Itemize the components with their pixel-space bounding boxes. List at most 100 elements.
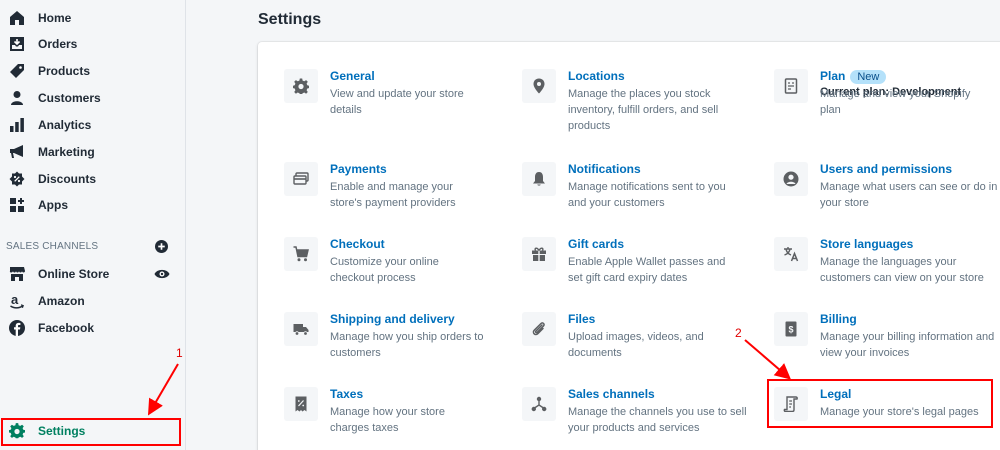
setting-description: Manage and view your Shopify plan [820,88,971,116]
sidebar-item-facebook[interactable]: Facebook [0,315,186,341]
sales-channels-icon-tile [522,387,556,421]
setting-billing[interactable]: $ Billing Manage your billing informatio… [774,312,1000,362]
setting-title: Plan New [820,69,887,84]
sidebar-item-label: Orders [38,37,78,51]
setting-payments[interactable]: Payments Enable and manage your store's … [284,162,484,212]
receipt-icon [784,78,798,94]
channels-network-icon [531,396,547,412]
amazon-icon: a [10,293,24,309]
checkout-icon-tile [284,237,318,271]
setting-checkout[interactable]: Checkout Customize your online checkout … [284,237,484,287]
setting-title: Files [568,312,596,326]
translate-icon [784,247,799,262]
setting-description: Enable and manage your store's payment p… [330,181,456,209]
setting-description: Manage how you ship orders to customers [330,331,484,359]
setting-notifications[interactable]: Notifications Manage notifications sent … [522,162,742,212]
setting-title: Taxes [330,387,364,401]
setting-title: Notifications [568,162,641,176]
setting-description: Manage your store's legal pages [820,406,979,418]
general-icon-tile [284,69,318,103]
setting-general[interactable]: General View and update your store detai… [284,69,484,119]
gift-cards-icon-tile [522,237,556,271]
eye-icon[interactable] [154,268,170,280]
setting-shipping-and-delivery[interactable]: Shipping and delivery Manage how you shi… [284,312,484,362]
sidebar-item-apps[interactable]: Apps [0,192,186,218]
setting-users-and-permissions[interactable]: Users and permissions Manage what users … [774,162,1000,212]
sidebar-item-amazon[interactable]: a Amazon [0,288,186,314]
sidebar-item-label: Products [38,64,91,78]
apps-icon [10,198,24,212]
setting-title: Store languages [820,237,914,251]
setting-description: Manage the languages your customers can … [820,256,984,284]
sidebar-item-orders[interactable]: Orders [0,31,186,57]
setting-title: Sales channels [568,387,655,401]
sidebar-item-label: Settings [38,424,86,438]
settings-card: General View and update your store detai… [258,42,1000,450]
sidebar-item-home[interactable]: Home [0,5,186,31]
plan-icon-tile [774,69,808,103]
svg-text:a: a [11,293,19,307]
setting-title: Legal [820,387,852,401]
tax-receipt-icon [295,396,307,412]
files-icon-tile [522,312,556,346]
payments-icon-tile [284,162,318,196]
setting-legal[interactable]: Legal Manage your store's legal pages [774,387,999,423]
sidebar-item-label: Online Store [38,267,110,281]
setting-store-languages[interactable]: Store languages Manage the languages you… [774,237,1000,287]
setting-title: Payments [330,162,387,176]
legal-icon-tile [774,387,808,421]
tag-icon [10,64,24,78]
discount-icon [9,171,25,187]
sidebar-item-label: Home [38,11,72,25]
setting-title: Shipping and delivery [330,312,455,326]
legal-document-icon [783,396,798,412]
add-channel-icon[interactable] [155,240,168,253]
sidebar-item-label: Amazon [38,294,85,308]
sidebar-item-label: Apps [38,198,68,212]
setting-description: Manage what users can see or do in your … [820,181,998,209]
billing-dollar-icon: $ [785,321,797,337]
setting-files[interactable]: Files Upload images, videos, and documen… [522,312,742,362]
bar-chart-icon [10,118,24,132]
gear-icon [293,78,309,94]
setting-sales-channels[interactable]: Sales channels Manage the channels you u… [522,387,747,437]
sidebar-item-discounts[interactable]: Discounts [0,166,186,192]
bell-icon [533,172,545,186]
notifications-icon-tile [522,162,556,196]
new-badge: New [850,70,887,84]
setting-description: Manage notifications sent to you and you… [568,181,726,209]
sidebar-item-label: Marketing [38,145,95,159]
gift-icon [532,247,546,261]
setting-description: Manage your billing information and view… [820,331,995,359]
paperclip-icon [532,322,545,336]
setting-description: Customize your online checkout process [330,256,439,284]
setting-gift-cards[interactable]: Gift cards Enable Apple Wallet passes an… [522,237,742,287]
sidebar-item-customers[interactable]: Customers [0,85,186,111]
setting-taxes[interactable]: Taxes Manage how your store charges taxe… [284,387,484,437]
person-icon [11,91,23,105]
setting-description: Upload images, videos, and documents [568,331,704,359]
megaphone-icon [10,145,23,158]
svg-text:$: $ [788,325,793,335]
sidebar-item-settings[interactable]: Settings [0,418,186,444]
billing-icon-tile: $ [774,312,808,346]
setting-locations[interactable]: Locations Manage the places you stock in… [522,69,742,135]
setting-description: Manage the places you stock inventory, f… [568,88,719,132]
setting-description: Manage the channels you use to sell your… [568,406,747,434]
setting-plan[interactable]: Plan New Current plan: Development Manage… [774,69,994,139]
annotation-number-1: 1 [176,346,183,360]
sidebar-item-analytics[interactable]: Analytics [0,112,186,138]
shipping-icon-tile [284,312,318,346]
orders-icon [10,37,24,51]
annotation-number-2: 2 [735,326,742,340]
truck-icon [293,324,309,336]
setting-title: General [330,69,375,83]
setting-description: View and update your store details [330,88,464,116]
location-pin-icon [533,78,545,94]
setting-description: Enable Apple Wallet passes and set gift … [568,256,726,284]
sidebar-item-products[interactable]: Products [0,58,186,84]
setting-title: Gift cards [568,237,625,251]
plan-title: Plan [820,69,846,83]
sidebar-item-marketing[interactable]: Marketing [0,139,186,165]
setting-title: Billing [820,312,857,326]
